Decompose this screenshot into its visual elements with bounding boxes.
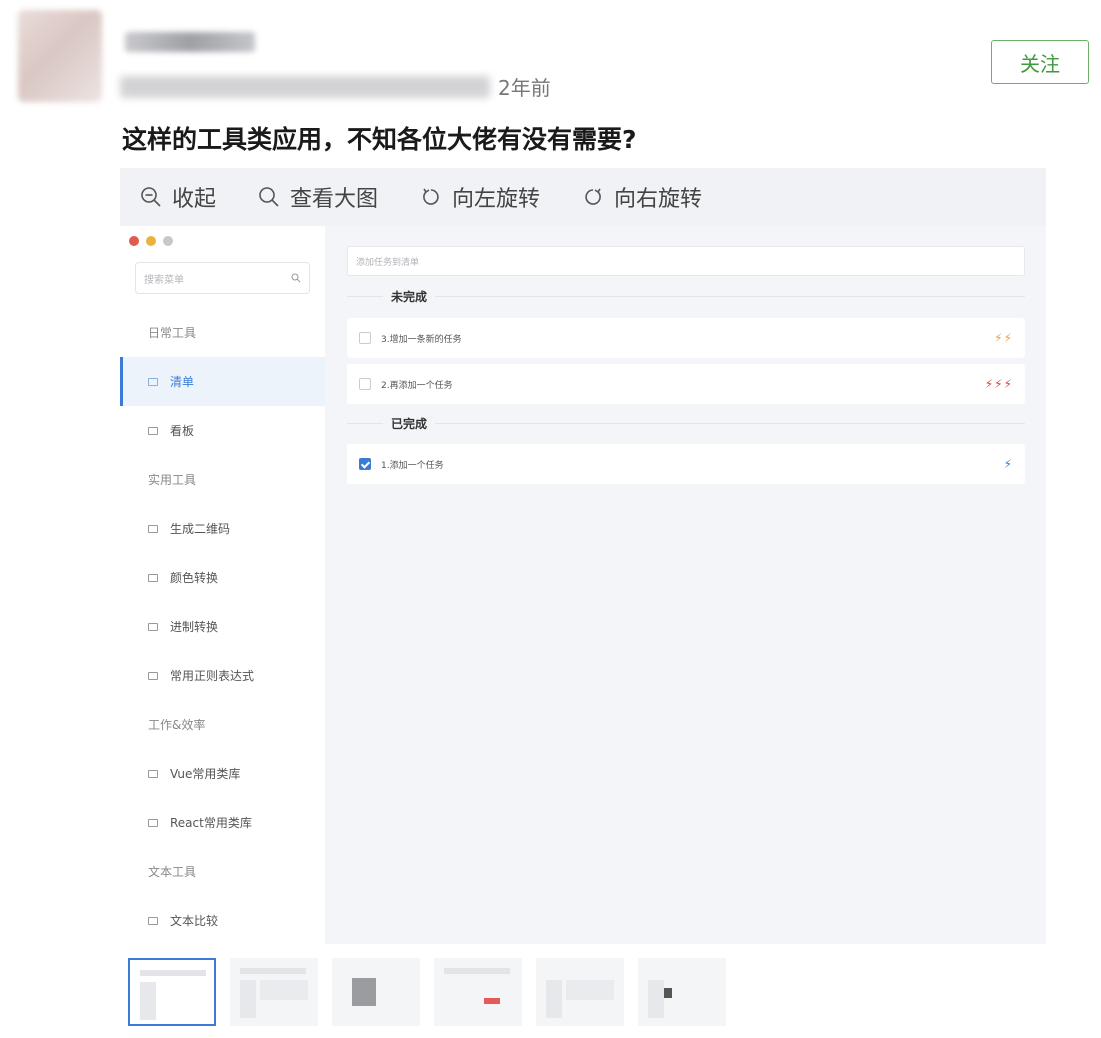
sidebar-item[interactable]: Vue常用类库 bbox=[120, 749, 325, 798]
menu-search-placeholder: 搜索菜单 bbox=[144, 274, 184, 286]
rotate-left-button[interactable]: 向左旋转 bbox=[420, 181, 540, 213]
menu-item-icon bbox=[148, 524, 158, 533]
close-window-dot[interactable] bbox=[129, 236, 139, 246]
task-checkbox-checked[interactable] bbox=[359, 458, 371, 470]
task-label: 2.再添加一个任务 bbox=[381, 380, 453, 391]
sidebar-item[interactable]: 清单 bbox=[120, 357, 325, 406]
app-sidebar: 搜索菜单 日常工具清单看板实用工具生成二维码颜色转换进制转换常用正则表达式工作&… bbox=[120, 226, 325, 944]
menu-item-icon bbox=[148, 622, 158, 631]
add-task-input[interactable]: 添加任务到清单 bbox=[347, 246, 1025, 276]
sidebar-item[interactable]: 常用正则表达式 bbox=[120, 651, 325, 700]
sidebar-item-label: 进制转换 bbox=[170, 620, 219, 634]
minimize-window-dot[interactable] bbox=[146, 236, 156, 246]
sidebar-group-label: 工作&效率 bbox=[120, 700, 325, 749]
priority-icon: ⚡ bbox=[1003, 457, 1013, 471]
rotate-right-icon bbox=[585, 188, 601, 205]
thumbnail-1[interactable] bbox=[128, 958, 216, 1026]
viewer-toolbar: 收起 查看大图 向左旋转 向右旋转 bbox=[120, 168, 1046, 226]
rotate-right-button[interactable]: 向右旋转 bbox=[582, 181, 702, 213]
sidebar-item-label: 工作&效率 bbox=[148, 718, 206, 732]
thumbnail-4[interactable] bbox=[434, 958, 522, 1026]
zoom-in-icon bbox=[259, 187, 279, 207]
menu-item-icon bbox=[148, 818, 158, 827]
task-checkbox[interactable] bbox=[359, 332, 371, 344]
follow-button[interactable]: 关注 bbox=[991, 40, 1089, 84]
rotate-left-icon bbox=[423, 188, 439, 205]
author-avatar[interactable] bbox=[18, 10, 102, 102]
collapse-label: 收起 bbox=[172, 187, 217, 212]
priority-icon: ⚡⚡⚡ bbox=[984, 377, 1013, 391]
sidebar-item-label: 看板 bbox=[170, 424, 195, 438]
menu-item-icon bbox=[148, 671, 158, 680]
task-item[interactable]: 3.增加一条新的任务 ⚡⚡ bbox=[347, 318, 1025, 358]
sidebar-item-label: 文本工具 bbox=[148, 865, 197, 879]
menu-item-icon bbox=[148, 377, 158, 386]
sidebar-group-label: 文本工具 bbox=[120, 847, 325, 896]
task-item[interactable]: 2.再添加一个任务 ⚡⚡⚡ bbox=[347, 364, 1025, 404]
priority-icon: ⚡⚡ bbox=[994, 331, 1013, 345]
task-label: 3.增加一条新的任务 bbox=[381, 334, 462, 345]
sidebar-item[interactable]: 进制转换 bbox=[120, 602, 325, 651]
menu-search-input[interactable]: 搜索菜单 bbox=[135, 262, 310, 294]
collapse-button[interactable]: 收起 bbox=[140, 181, 216, 213]
sidebar-group-label: 实用工具 bbox=[120, 455, 325, 504]
todo-panel: 添加任务到清单 未完成 3.增加一条新的任务 ⚡⚡ 2.再添加一个任务 ⚡⚡⚡ … bbox=[325, 226, 1046, 944]
task-checkbox[interactable] bbox=[359, 378, 371, 390]
thumbnail-2[interactable] bbox=[230, 958, 318, 1026]
menu-item-icon bbox=[148, 916, 158, 925]
sidebar-item[interactable]: 看板 bbox=[120, 406, 325, 455]
menu-item-icon bbox=[148, 769, 158, 778]
sidebar-item[interactable]: 颜色转换 bbox=[120, 553, 325, 602]
sidebar-item-label: 文本比较 bbox=[170, 914, 219, 928]
author-name[interactable] bbox=[125, 32, 255, 52]
sidebar-item-label: React常用类库 bbox=[170, 816, 252, 830]
sidebar-menu: 日常工具清单看板实用工具生成二维码颜色转换进制转换常用正则表达式工作&效率 Vue… bbox=[120, 308, 325, 945]
thumbnail-5[interactable] bbox=[536, 958, 624, 1026]
menu-item-icon bbox=[148, 573, 158, 582]
view-large-button[interactable]: 查看大图 bbox=[258, 181, 378, 213]
sidebar-item-label: 清单 bbox=[170, 375, 195, 389]
post-title: 这样的工具类应用，不知各位大佬有没有需要? bbox=[122, 125, 637, 154]
section-done: 已完成 bbox=[347, 412, 1025, 434]
section-title: 未完成 bbox=[391, 289, 428, 304]
sidebar-item[interactable]: 生成二维码 bbox=[120, 504, 325, 553]
sidebar-item[interactable]: React常用类库 bbox=[120, 798, 325, 847]
rotate-left-label: 向左旋转 bbox=[452, 187, 541, 212]
sidebar-item-label: 实用工具 bbox=[148, 473, 197, 487]
thumbnail-3[interactable] bbox=[332, 958, 420, 1026]
sidebar-item-label: 颜色转换 bbox=[170, 571, 219, 585]
sidebar-item[interactable]: 文本比较 bbox=[120, 896, 325, 945]
task-label: 1.添加一个任务 bbox=[381, 460, 444, 471]
post-time: 2年前 bbox=[498, 76, 551, 100]
sidebar-item-label: 常用正则表达式 bbox=[170, 669, 255, 683]
sidebar-item-label: Vue常用类库 bbox=[170, 767, 241, 781]
image-viewer: 收起 查看大图 向左旋转 向右旋转 搜索菜单 日常工具 清单 看板 实用工具 生… bbox=[120, 168, 1046, 944]
zoom-out-icon bbox=[141, 187, 161, 207]
rotate-right-label: 向右旋转 bbox=[614, 187, 703, 212]
menu-item-icon bbox=[148, 426, 158, 435]
section-title: 已完成 bbox=[391, 416, 428, 431]
section-pending: 未完成 bbox=[347, 285, 1025, 307]
sidebar-item-label: 日常工具 bbox=[148, 326, 197, 340]
task-item[interactable]: 1.添加一个任务 ⚡ bbox=[347, 444, 1025, 484]
view-large-label: 查看大图 bbox=[290, 187, 379, 212]
thumbnail-strip bbox=[128, 958, 726, 1026]
sidebar-group-label: 日常工具 bbox=[120, 308, 325, 357]
thumbnail-6[interactable] bbox=[638, 958, 726, 1026]
maximize-window-dot[interactable] bbox=[163, 236, 173, 246]
author-meta bbox=[120, 76, 490, 98]
window-controls bbox=[129, 236, 173, 246]
sidebar-item-label: 生成二维码 bbox=[170, 522, 231, 536]
search-icon bbox=[291, 273, 301, 283]
